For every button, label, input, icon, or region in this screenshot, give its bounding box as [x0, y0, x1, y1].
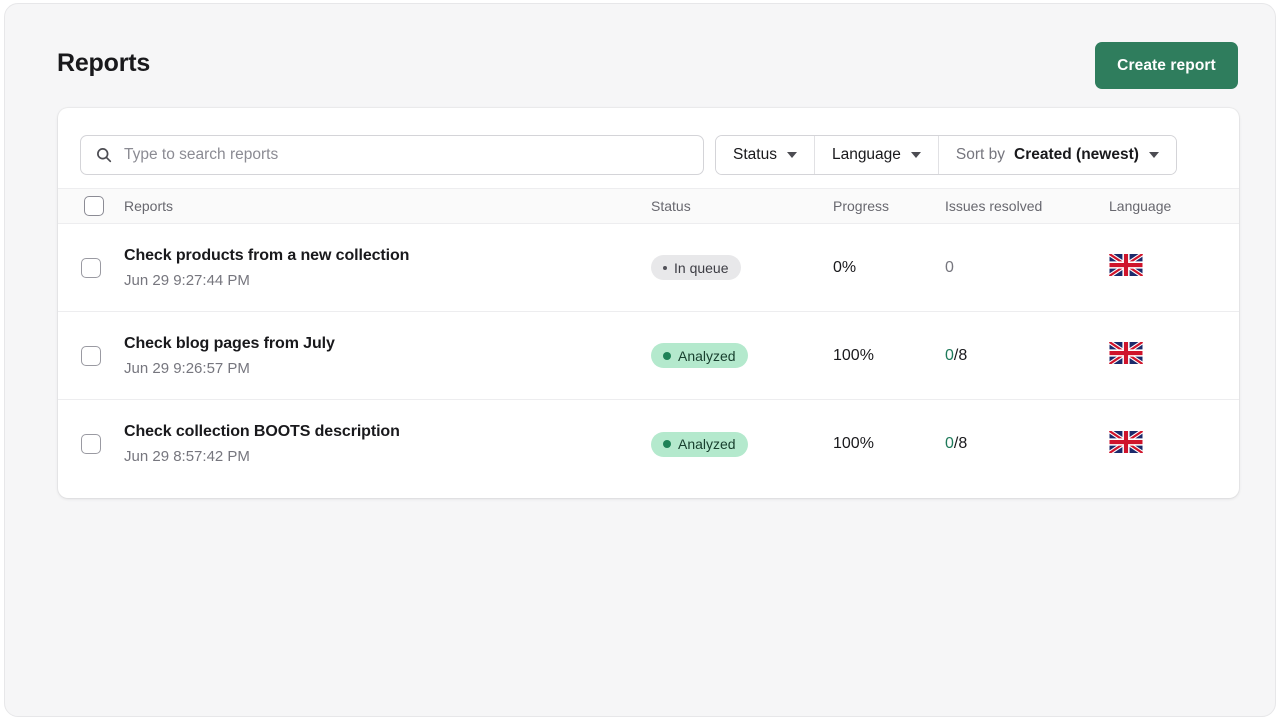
language-filter-button[interactable]: Language [815, 136, 939, 174]
issues-resolved-value: 0 [945, 259, 954, 276]
issues-resolved-cell: 0 [945, 259, 1109, 277]
progress-value: 0% [833, 259, 856, 276]
create-report-button[interactable]: Create report [1095, 42, 1238, 89]
chevron-down-icon [787, 152, 797, 158]
progress-cell: 0% [833, 259, 945, 277]
page-title: Reports [57, 49, 150, 78]
chevron-down-icon [1149, 152, 1159, 158]
row-select-cell [58, 346, 124, 366]
status-cell: Analyzed [651, 343, 833, 368]
analyzed-dot-icon [663, 352, 671, 360]
issues-resolved-value: 0/8 [945, 435, 967, 452]
progress-value: 100% [833, 435, 874, 452]
status-cell: In queue [651, 255, 833, 280]
row-select-cell [58, 434, 124, 454]
status-badge: Analyzed [651, 343, 748, 368]
status-badge-label: Analyzed [678, 348, 736, 364]
table-header-row: Reports Status Progress Issues resolved … [58, 189, 1239, 224]
issues-resolved-value: 0/8 [945, 347, 967, 364]
page-header: Reports Create report [5, 4, 1276, 104]
column-header-reports[interactable]: Reports [124, 198, 651, 214]
row-checkbox[interactable] [81, 434, 101, 454]
report-name-cell: Check blog pages from July Jun 29 9:26:5… [124, 335, 651, 377]
app-window: Reports Create report Status [4, 3, 1276, 717]
select-all-cell [58, 196, 124, 216]
table-row[interactable]: Check blog pages from July Jun 29 9:26:5… [58, 312, 1239, 400]
select-all-checkbox[interactable] [84, 196, 104, 216]
progress-value: 100% [833, 347, 874, 364]
chevron-down-icon [911, 152, 921, 158]
status-filter-label: Status [733, 146, 777, 164]
issues-resolved-cell: 0/8 [945, 435, 1109, 453]
report-date: Jun 29 9:27:44 PM [124, 272, 651, 289]
queued-ring-icon [663, 266, 667, 270]
issues-total: 8 [958, 435, 967, 452]
sort-by-prefix: Sort by [956, 146, 1005, 164]
status-cell: Analyzed [651, 432, 833, 457]
issues-resolved-count: 0 [945, 259, 954, 276]
search-field[interactable] [80, 135, 704, 175]
column-header-language[interactable]: Language [1109, 198, 1239, 214]
search-input[interactable] [124, 146, 691, 164]
row-checkbox[interactable] [81, 346, 101, 366]
progress-cell: 100% [833, 347, 945, 365]
column-header-status[interactable]: Status [651, 198, 833, 214]
column-header-issues-resolved[interactable]: Issues resolved [945, 198, 1109, 214]
column-header-progress[interactable]: Progress [833, 198, 945, 214]
united-kingdom-flag-icon [1109, 342, 1239, 369]
reports-toolbar: Status Language Sort by Created (newest) [58, 108, 1239, 189]
issues-total: 8 [958, 347, 967, 364]
issues-resolved-count: 0 [945, 435, 954, 452]
status-badge: Analyzed [651, 432, 748, 457]
reports-card: Status Language Sort by Created (newest)… [58, 108, 1239, 498]
united-kingdom-flag-icon [1109, 431, 1239, 458]
status-badge-label: In queue [674, 260, 729, 276]
language-cell [1109, 431, 1239, 458]
status-badge-label: Analyzed [678, 436, 736, 452]
report-name-cell: Check collection BOOTS description Jun 2… [124, 423, 651, 465]
report-name[interactable]: Check products from a new collection [124, 247, 651, 265]
status-badge: In queue [651, 255, 741, 280]
report-date: Jun 29 9:26:57 PM [124, 360, 651, 377]
search-icon [95, 146, 113, 164]
status-filter-button[interactable]: Status [716, 136, 815, 174]
row-select-cell [58, 258, 124, 278]
issues-resolved-count: 0 [945, 347, 954, 364]
united-kingdom-flag-icon [1109, 254, 1239, 281]
report-name-cell: Check products from a new collection Jun… [124, 247, 651, 289]
table-row[interactable]: Check collection BOOTS description Jun 2… [58, 400, 1239, 488]
issues-resolved-cell: 0/8 [945, 347, 1109, 365]
report-name[interactable]: Check blog pages from July [124, 335, 651, 353]
row-checkbox[interactable] [81, 258, 101, 278]
language-cell [1109, 342, 1239, 369]
sort-by-value: Created (newest) [1014, 146, 1139, 164]
report-date: Jun 29 8:57:42 PM [124, 448, 651, 465]
analyzed-dot-icon [663, 440, 671, 448]
language-filter-label: Language [832, 146, 901, 164]
filter-button-group: Status Language Sort by Created (newest) [715, 135, 1177, 175]
progress-cell: 100% [833, 435, 945, 453]
report-name[interactable]: Check collection BOOTS description [124, 423, 651, 441]
language-cell [1109, 254, 1239, 281]
table-row[interactable]: Check products from a new collection Jun… [58, 224, 1239, 312]
sort-by-button[interactable]: Sort by Created (newest) [939, 136, 1176, 174]
